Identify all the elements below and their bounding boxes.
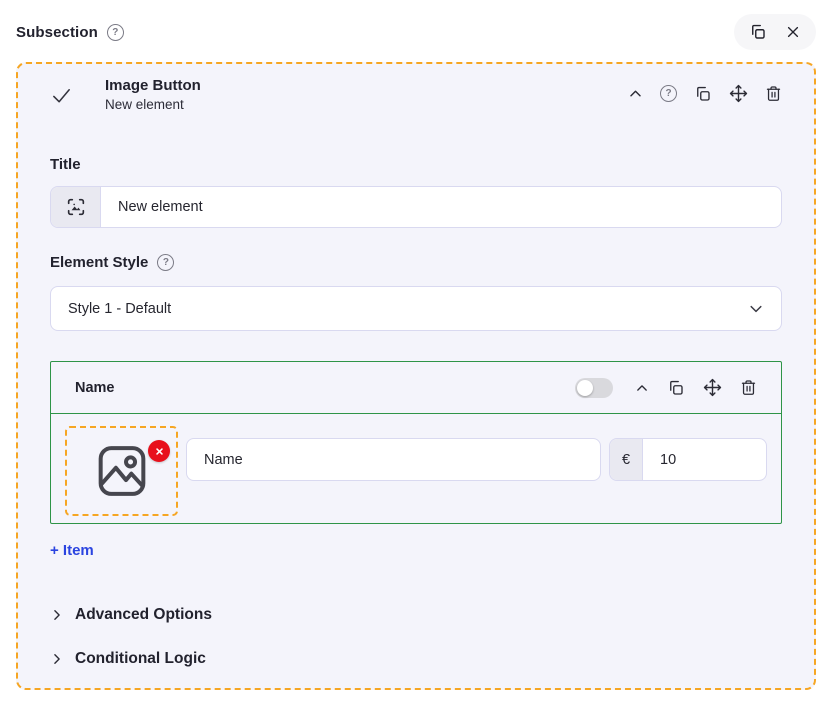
duplicate-subsection-button[interactable] bbox=[749, 23, 767, 41]
copy-icon bbox=[667, 379, 685, 397]
element-help-button[interactable]: ? bbox=[660, 85, 677, 102]
top-bar: Subsection ? bbox=[0, 0, 832, 60]
image-frame-icon bbox=[51, 187, 101, 227]
move-icon bbox=[703, 378, 722, 397]
chevron-right-icon bbox=[50, 608, 64, 622]
item-name-input-group bbox=[186, 438, 601, 481]
element-type-title: Image Button bbox=[105, 77, 201, 94]
collapse-item-button[interactable] bbox=[635, 381, 649, 395]
top-bar-actions bbox=[734, 14, 816, 50]
image-placeholder-icon bbox=[90, 439, 154, 503]
top-bar-title-group: Subsection ? bbox=[16, 24, 124, 41]
title-label: Title bbox=[50, 156, 782, 173]
element-style-label-row: Element Style ? bbox=[50, 254, 782, 271]
element-name-subtitle: New element bbox=[105, 97, 201, 112]
item-price-input[interactable] bbox=[643, 439, 767, 480]
element-card-header: Image Button New element ? bbox=[50, 77, 782, 112]
item-group-header: Name bbox=[51, 362, 781, 414]
chevron-down-icon bbox=[748, 301, 764, 317]
item-group-controls bbox=[575, 378, 757, 398]
currency-symbol: € bbox=[610, 439, 643, 480]
trash-icon bbox=[765, 85, 782, 102]
conditional-logic-row[interactable]: Conditional Logic bbox=[50, 650, 782, 668]
help-icon[interactable]: ? bbox=[107, 24, 124, 41]
element-style-select[interactable]: Style 1 - Default bbox=[50, 286, 782, 331]
chevron-up-icon bbox=[628, 86, 643, 101]
chevron-up-icon bbox=[635, 381, 649, 395]
help-icon: ? bbox=[660, 85, 677, 102]
delete-item-button[interactable] bbox=[740, 379, 757, 396]
collapse-element-button[interactable] bbox=[628, 86, 643, 101]
element-header-titles: Image Button New element bbox=[105, 77, 201, 112]
title-input-group bbox=[50, 186, 782, 228]
item-name-input[interactable] bbox=[187, 439, 600, 480]
copy-icon bbox=[694, 85, 712, 103]
x-icon bbox=[155, 447, 164, 456]
element-header-actions: ? bbox=[628, 84, 782, 103]
duplicate-item-button[interactable] bbox=[667, 379, 685, 397]
advanced-options-label: Advanced Options bbox=[75, 606, 212, 624]
item-price-input-group: € bbox=[609, 438, 767, 481]
element-style-selected-value: Style 1 - Default bbox=[68, 301, 171, 317]
delete-element-button[interactable] bbox=[765, 85, 782, 102]
item-image-upload[interactable] bbox=[65, 426, 178, 516]
item-group: Name bbox=[50, 361, 782, 524]
close-button[interactable] bbox=[785, 24, 801, 40]
help-icon[interactable]: ? bbox=[157, 254, 174, 271]
move-icon bbox=[729, 84, 748, 103]
move-element-button[interactable] bbox=[729, 84, 748, 103]
conditional-logic-label: Conditional Logic bbox=[75, 650, 206, 668]
close-icon bbox=[785, 24, 801, 40]
element-card: Image Button New element ? Title bbox=[16, 62, 816, 690]
advanced-options-row[interactable]: Advanced Options bbox=[50, 606, 782, 624]
trash-icon bbox=[740, 379, 757, 396]
move-item-button[interactable] bbox=[703, 378, 722, 397]
chevron-right-icon bbox=[50, 652, 64, 666]
item-row: € bbox=[51, 414, 781, 523]
add-item-button[interactable]: + Item bbox=[50, 542, 94, 559]
toggle-knob bbox=[577, 380, 593, 396]
remove-image-button[interactable] bbox=[148, 440, 170, 462]
checkmark-icon bbox=[50, 84, 74, 107]
title-input[interactable] bbox=[101, 187, 781, 227]
item-toggle[interactable] bbox=[575, 378, 613, 398]
copy-icon bbox=[749, 23, 767, 41]
page-title: Subsection bbox=[16, 24, 98, 41]
element-style-label: Element Style bbox=[50, 254, 148, 271]
item-group-title: Name bbox=[75, 380, 115, 396]
duplicate-element-button[interactable] bbox=[694, 85, 712, 103]
